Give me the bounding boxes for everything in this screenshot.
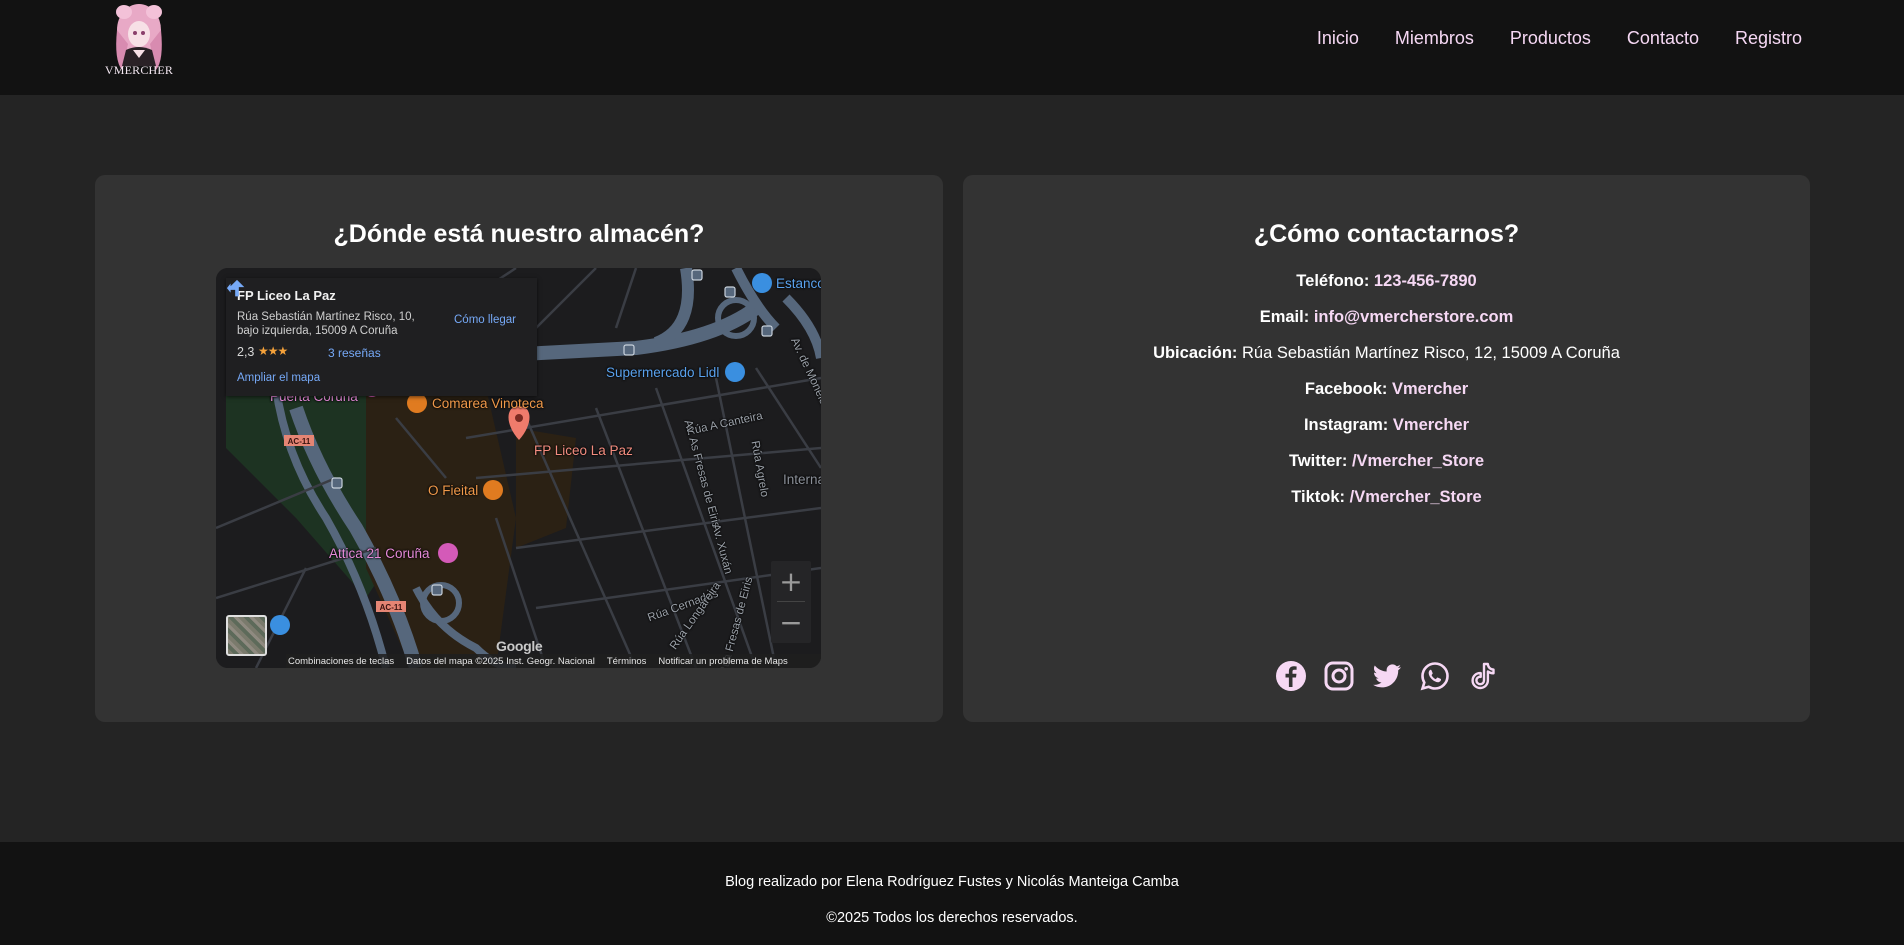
brand-logo[interactable]: VMERCHER	[104, 0, 174, 80]
nav-link-contacto[interactable]: Contacto	[1627, 28, 1699, 49]
tiktok-link[interactable]: /Vmercher_Store	[1350, 488, 1482, 506]
contact-row-tiktok: Tiktok: /Vmercher_Store	[963, 487, 1810, 523]
embedded-map[interactable]: AC-11 AC-11 Puerta Coruña Comarea Vinote…	[216, 268, 821, 668]
map-report-link[interactable]: Notificar un problema de Maps	[658, 656, 787, 667]
zoom-out-button[interactable]: −	[771, 602, 811, 642]
zoom-in-button[interactable]: +	[771, 561, 811, 601]
phone-link[interactable]: 123-456-7890	[1374, 272, 1477, 290]
main-nav: Inicio Miembros Productos Contacto Regis…	[1317, 28, 1802, 49]
svg-text:AC-11: AC-11	[380, 603, 403, 612]
logo-text: VMERCHER	[104, 63, 174, 77]
location-label: Ubicación:	[1153, 344, 1238, 362]
contact-row-email: Email: info@vmercherstore.com	[963, 307, 1810, 343]
map-label-attica: Attica 21 Coruña	[329, 546, 430, 561]
contact-list: Teléfono: 123-456-7890 Email: info@vmerc…	[963, 271, 1810, 523]
facebook-icon[interactable]	[1275, 660, 1307, 692]
footer-copyright: ©2025 Todos los derechos reservados.	[826, 910, 1078, 926]
contact-row-facebook: Facebook: Vmercher	[963, 379, 1810, 415]
contact-row-location: Ubicación: Rúa Sebastián Martínez Risco,…	[963, 343, 1810, 379]
contact-title: ¿Cómo contactarnos?	[1253, 220, 1520, 248]
tiktok-icon[interactable]	[1467, 660, 1499, 692]
place-rating: 2,3	[237, 345, 255, 359]
contact-row-phone: Teléfono: 123-456-7890	[963, 271, 1810, 307]
nav-link-miembros[interactable]: Miembros	[1395, 28, 1474, 49]
nav-link-inicio[interactable]: Inicio	[1317, 28, 1359, 49]
map-attribution-bar: Combinaciones de teclas Datos del mapa ©…	[286, 654, 821, 668]
satellite-toggle[interactable]	[226, 615, 267, 656]
map-label-estanco: Estanco	[776, 276, 821, 291]
nav-link-productos[interactable]: Productos	[1510, 28, 1591, 49]
zoom-controls: + −	[771, 561, 811, 643]
place-stars: ★★★	[258, 344, 288, 358]
place-info-card: FP Liceo La Paz Rúa Sebastián Martínez R…	[226, 278, 537, 396]
directions-link[interactable]: Cómo llegar	[454, 314, 516, 326]
google-logo: Google	[496, 638, 543, 654]
map-label-comarea: Comarea Vinoteca	[432, 396, 544, 411]
contact-row-instagram: Instagram: Vmercher	[963, 415, 1810, 451]
facebook-label: Facebook:	[1304, 380, 1388, 398]
contact-row-twitter: Twitter: /Vmercher_Store	[963, 451, 1810, 487]
email-link[interactable]: info@vmercherstore.com	[1314, 308, 1513, 326]
twitter-label: Twitter:	[1288, 452, 1348, 470]
map-data-attribution: Datos del mapa ©2025 Inst. Geogr. Nacion…	[406, 655, 595, 667]
email-label: Email:	[1259, 308, 1310, 326]
phone-label: Teléfono:	[1296, 272, 1370, 290]
warehouse-title: ¿Dónde está nuestro almacén?	[333, 220, 705, 248]
map-label-o-fieital: O Fieital	[428, 483, 479, 498]
svg-text:AC-11: AC-11	[288, 437, 311, 446]
map-terms-link[interactable]: Términos	[607, 656, 647, 667]
place-reviews-link[interactable]: 3 reseñas	[328, 346, 381, 360]
place-address: Rúa Sebastián Martínez Risco, 10, bajo i…	[237, 311, 415, 337]
map-label-interna: Interna	[783, 472, 821, 487]
whatsapp-icon[interactable]	[1419, 660, 1451, 692]
facebook-link[interactable]: Vmercher	[1392, 380, 1468, 398]
site-header: VMERCHER Inicio Miembros Productos Conta…	[0, 0, 1904, 95]
warehouse-card: ¿Dónde está nuestro almacén? AC-11 AC-11…	[95, 175, 943, 722]
instagram-icon[interactable]	[1323, 660, 1355, 692]
social-icons	[963, 660, 1810, 692]
enlarge-map-link[interactable]: Ampliar el mapa	[237, 372, 320, 384]
nav-link-registro[interactable]: Registro	[1735, 28, 1802, 49]
map-label-supermercado: Supermercado Lidl	[606, 365, 720, 380]
place-name: FP Liceo La Paz	[237, 288, 336, 303]
map-label-fp-liceo: FP Liceo La Paz	[534, 443, 633, 458]
twitter-link[interactable]: /Vmercher_Store	[1352, 452, 1484, 470]
instagram-label: Instagram:	[1303, 416, 1389, 434]
instagram-link[interactable]: Vmercher	[1393, 416, 1469, 434]
footer-credit: Blog realizado por Elena Rodríguez Fuste…	[725, 874, 1179, 890]
location-value: Rúa Sebastián Martínez Risco, 12, 15009 …	[1242, 344, 1620, 362]
directions-icon[interactable]	[226, 278, 248, 300]
tiktok-label: Tiktok:	[1291, 488, 1346, 506]
twitter-icon[interactable]	[1371, 660, 1403, 692]
site-footer: Blog realizado por Elena Rodríguez Fuste…	[0, 842, 1904, 945]
contact-card: ¿Cómo contactarnos? Teléfono: 123-456-78…	[963, 175, 1810, 722]
map-shortcuts-link[interactable]: Combinaciones de teclas	[288, 656, 394, 667]
